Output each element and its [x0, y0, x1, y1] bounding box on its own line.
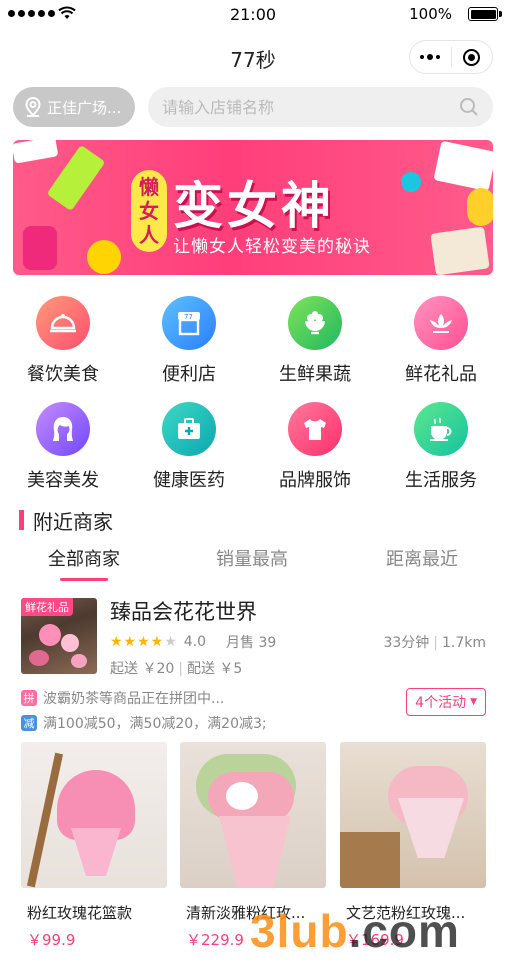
battery-icon	[468, 7, 502, 21]
chevron-down-icon: ▼	[470, 697, 477, 707]
tab-top-sales[interactable]: 销量最高	[168, 545, 336, 571]
shop-rating-row: ★★★★★ 4.0 月售 39	[110, 632, 276, 652]
section-accent-bar	[19, 510, 24, 530]
category-life-services[interactable]: 生活服务	[378, 402, 504, 492]
promo-text: 波霸奶茶等商品正在拼团中...	[43, 691, 225, 707]
star-rating-icon: ★★★★★	[110, 634, 178, 650]
category-label: 健康医药	[153, 470, 225, 491]
fresh-produce-icon	[288, 296, 342, 350]
shop-rating-value: 4.0	[183, 634, 207, 650]
category-fresh-produce[interactable]: 生鲜果蔬	[252, 296, 378, 386]
delivery-fee: 配送 ￥5	[186, 661, 243, 677]
category-beauty-hair[interactable]: 美容美发	[0, 402, 126, 492]
product-image	[180, 742, 326, 888]
close-miniprogram-icon[interactable]	[452, 48, 493, 66]
navigation-bar: 77秒	[0, 28, 506, 86]
search-input[interactable]	[162, 97, 452, 117]
tab-nearest[interactable]: 距离最近	[338, 545, 506, 571]
shop-name: 臻品会花花世界	[110, 600, 257, 624]
watermark-logo: 3lub.com	[250, 904, 460, 958]
search-icon[interactable]	[459, 97, 479, 117]
shop-thumbnail: 鲜花礼品	[21, 598, 97, 674]
category-grid: 餐饮美食 77 便利店 生鲜果蔬 鲜花礼品 美容美发 健康医药 品牌服饰 生活服…	[0, 292, 506, 502]
location-button[interactable]: 正佳广场...	[13, 87, 135, 127]
banner-badge: 懒 女 人	[131, 170, 167, 252]
category-label: 餐饮美食	[27, 364, 99, 385]
product-price: ￥99.9	[27, 931, 76, 949]
search-row: 正佳广场...	[13, 87, 493, 127]
miniprogram-capsule	[409, 40, 493, 74]
banner-badge-char-1: 懒	[139, 175, 159, 199]
medicine-kit-icon	[162, 402, 216, 456]
section-title: 附近商家	[33, 509, 113, 534]
shop-monthly-sales: 月售 39	[226, 635, 277, 651]
watermark-part-1: 3lub	[250, 905, 349, 957]
promo-text: 满100减50，满50减20，满20减3;	[43, 716, 267, 732]
more-menu-icon[interactable]	[410, 54, 451, 60]
category-convenience-store[interactable]: 77 便利店	[126, 296, 252, 386]
promo-group-buy: 拼 波霸奶茶等商品正在拼团中...	[21, 688, 224, 708]
min-order: 起送 ￥20	[110, 661, 175, 677]
shop-distance: 1.7km	[441, 635, 486, 651]
tab-all-merchants[interactable]: 全部商家	[0, 545, 168, 581]
banner-subline: 让懒女人轻松变美的秘诀	[173, 237, 371, 257]
section-header: 附近商家	[19, 507, 113, 534]
beauty-hair-icon	[36, 402, 90, 456]
category-label: 便利店	[162, 364, 216, 385]
battery-percent: 100%	[409, 5, 452, 23]
dining-cloche-icon	[36, 296, 90, 350]
category-label: 美容美发	[27, 470, 99, 491]
activities-dropdown-button[interactable]: 4个活动 ▼	[406, 688, 486, 716]
watermark-part-2: .com	[348, 905, 460, 957]
banner-product-spray	[23, 226, 57, 270]
category-dining[interactable]: 餐饮美食	[0, 296, 126, 386]
search-box	[148, 87, 493, 127]
category-flowers-gifts[interactable]: 鲜花礼品	[378, 296, 504, 386]
promo-discount: 减 满100减50，满50减20，满20减3;	[21, 713, 267, 733]
filter-tabs: 全部商家 销量最高 距离最近	[0, 545, 506, 581]
banner-headline: 变女神	[173, 177, 335, 235]
activities-label: 4个活动	[415, 695, 467, 711]
banner-product-circle	[87, 240, 121, 274]
delivery-time: 33分钟	[383, 635, 430, 651]
shop-delivery-info: 33分钟 | 1.7km	[383, 635, 486, 651]
banner-product-dot	[401, 172, 421, 192]
product-image	[21, 742, 167, 888]
banner-product-yellow	[467, 188, 493, 226]
svg-text:77: 77	[184, 313, 193, 321]
shop-fees: 起送 ￥20 | 配送 ￥5	[110, 661, 243, 677]
category-label: 生鲜果蔬	[279, 364, 351, 385]
status-bar: 21:00 100%	[0, 0, 506, 28]
product-image	[340, 742, 486, 888]
flower-icon	[414, 296, 468, 350]
coffee-cup-icon	[414, 402, 468, 456]
group-buy-badge: 拼	[21, 690, 37, 706]
store-icon: 77	[162, 296, 216, 350]
location-label: 正佳广场...	[47, 98, 122, 117]
category-health-medicine[interactable]: 健康医药	[126, 402, 252, 492]
banner-product-box-right	[430, 226, 490, 275]
banner-badge-char-3: 人	[139, 223, 159, 247]
product-card[interactable]: 粉红玫瑰花篮款 ￥99.9	[21, 742, 167, 950]
category-label: 鲜花礼品	[405, 364, 477, 385]
banner-badge-char-2: 女	[139, 199, 159, 223]
promo-banner[interactable]: 懒 女 人 变女神 让懒女人轻松变美的秘诀	[13, 140, 493, 275]
banner-product-card	[433, 140, 493, 192]
category-label: 品牌服饰	[279, 470, 351, 491]
product-name: 粉红玫瑰花篮款	[27, 904, 133, 922]
shop-category-tag: 鲜花礼品	[21, 598, 73, 616]
category-brand-clothing[interactable]: 品牌服饰	[252, 402, 378, 492]
discount-badge: 减	[21, 715, 37, 731]
clothing-icon	[288, 402, 342, 456]
location-pin-icon	[25, 96, 41, 117]
category-label: 生活服务	[405, 470, 477, 491]
